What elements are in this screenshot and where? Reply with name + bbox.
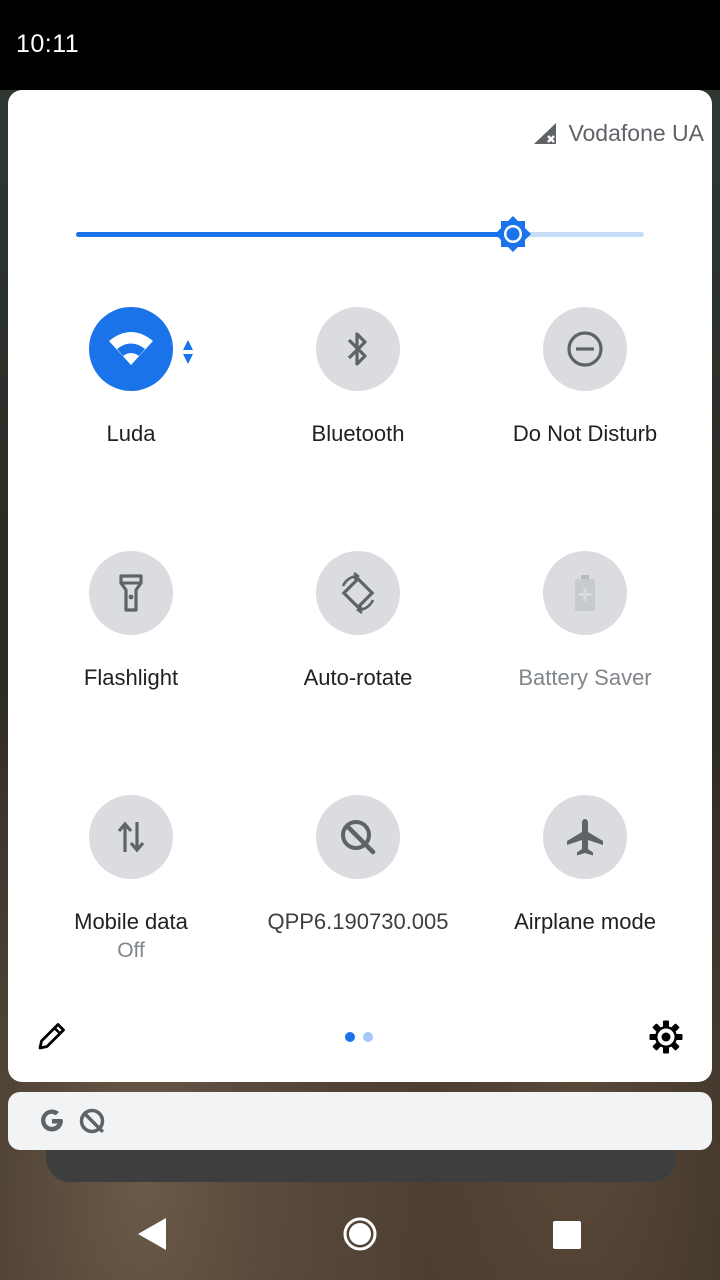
battery-saver-toggle[interactable] (543, 551, 627, 635)
page-indicator (345, 1032, 381, 1042)
tile-label: Do Not Disturb (512, 421, 658, 446)
status-bar: 10:11 (0, 0, 720, 90)
tile-battery-saver[interactable]: Battery Saver (472, 551, 698, 691)
airplane-toggle[interactable] (543, 795, 627, 879)
mobile-data-toggle[interactable] (89, 795, 173, 879)
recents-icon[interactable] (552, 1220, 582, 1250)
battery-saver-icon (575, 575, 595, 611)
google-icon (41, 1109, 63, 1132)
auto-rotate-toggle[interactable] (316, 551, 400, 635)
mobile-data-icon (117, 821, 145, 853)
tile-bluetooth[interactable]: Bluetooth (245, 307, 471, 447)
wifi-icon (109, 332, 153, 365)
tile-label: Luda (106, 421, 156, 446)
flashlight-toggle[interactable] (89, 551, 173, 635)
do-not-disturb-icon (567, 331, 603, 367)
brightness-thumb-icon[interactable] (494, 215, 532, 253)
settings-gear-icon[interactable] (648, 1019, 684, 1055)
tile-label: Battery Saver (518, 665, 652, 690)
tile-flashlight[interactable]: Flashlight (18, 551, 244, 691)
tile-wifi[interactable]: Luda (18, 307, 244, 447)
quick-settings-panel: Vodafone UA Luda Bluetooth Do Not Distur… (8, 90, 712, 1082)
clock: 10:11 (16, 30, 80, 58)
tile-mobile-data[interactable]: Mobile data Off (18, 795, 244, 963)
tile-label: Auto-rotate (303, 665, 413, 690)
navigation-bar (0, 1200, 720, 1272)
tile-do-not-disturb[interactable]: Do Not Disturb (472, 307, 698, 447)
android-q-icon (341, 820, 376, 855)
tile-auto-rotate[interactable]: Auto-rotate (245, 551, 471, 691)
tile-label: Airplane mode (514, 909, 656, 934)
bluetooth-toggle[interactable] (316, 307, 400, 391)
home-icon[interactable] (342, 1216, 378, 1252)
airplane-icon (567, 819, 603, 856)
dnd-toggle[interactable] (543, 307, 627, 391)
build-number-toggle[interactable] (316, 795, 400, 879)
carrier-info: Vodafone UA (532, 120, 704, 147)
brightness-slider[interactable] (76, 216, 644, 252)
wifi-toggle[interactable] (89, 307, 193, 391)
back-icon[interactable] (136, 1216, 168, 1252)
page-dot (345, 1032, 355, 1042)
no-signal-icon (534, 122, 557, 144)
tile-sublabel: Off (117, 939, 145, 962)
android-q-icon (79, 1108, 105, 1134)
tile-label: Mobile data (74, 909, 188, 934)
edit-pencil-icon[interactable] (36, 1020, 68, 1052)
tile-label: Flashlight (83, 665, 179, 690)
data-activity-icon (183, 340, 193, 364)
flashlight-icon (119, 574, 143, 612)
carrier-name: Vodafone UA (568, 120, 704, 146)
google-search-bar[interactable] (8, 1092, 712, 1150)
brightness-fill (76, 232, 513, 237)
tile-label: QPP6.190730.005 (267, 909, 449, 934)
bluetooth-icon (347, 332, 367, 366)
tile-label: Bluetooth (311, 421, 405, 446)
tile-build-number[interactable]: QPP6.190730.005 (245, 795, 471, 935)
tile-airplane-mode[interactable]: Airplane mode (472, 795, 698, 935)
auto-rotate-icon (341, 572, 375, 614)
page-dot (363, 1032, 373, 1042)
